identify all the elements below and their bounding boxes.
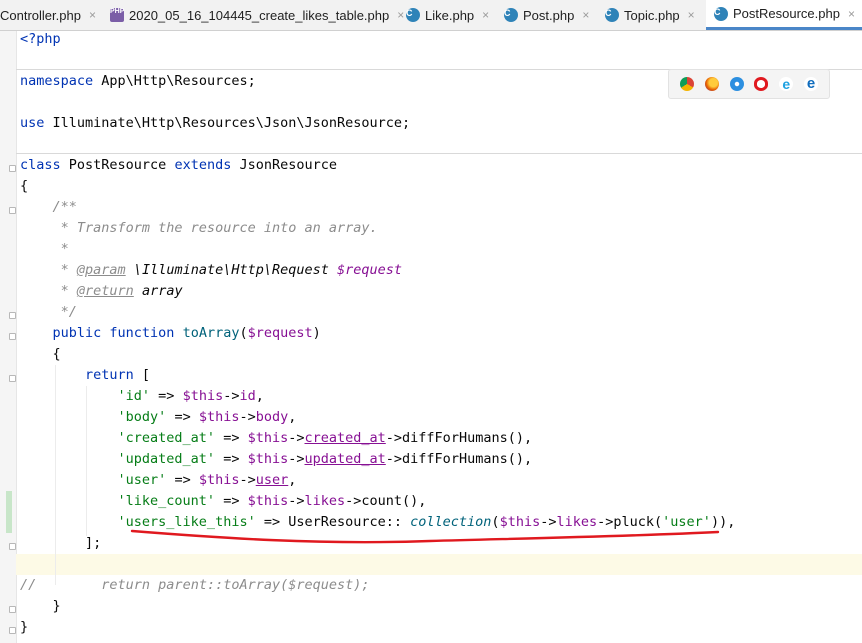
annotation-stroke: [130, 529, 720, 544]
red-underline-annotation: [130, 529, 720, 544]
